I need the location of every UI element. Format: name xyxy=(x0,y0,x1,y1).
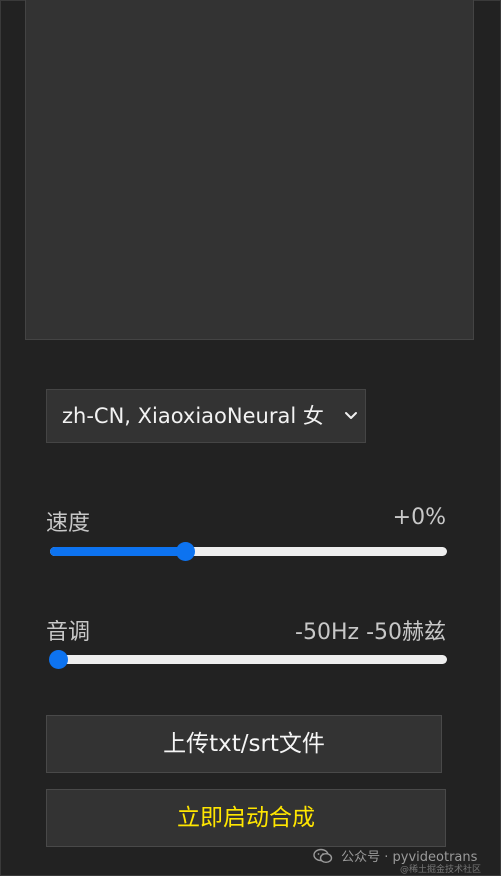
pitch-value: -50Hz -50赫兹 xyxy=(295,620,446,645)
speed-slider-fill xyxy=(50,547,185,556)
speed-value: +0% xyxy=(392,505,446,530)
chevron-down-icon xyxy=(345,412,357,419)
start-synthesis-button[interactable]: 立即启动合成 xyxy=(46,789,446,847)
voice-select[interactable]: zh-CN, XiaoxiaoNeural 女 xyxy=(46,389,366,443)
pitch-label: 音调 xyxy=(46,620,91,645)
pitch-slider[interactable] xyxy=(49,650,447,669)
wechat-icon xyxy=(313,848,333,863)
text-input-area[interactable] xyxy=(25,0,474,340)
speed-slider[interactable] xyxy=(50,542,447,561)
voice-select-value: zh-CN, XiaoxiaoNeural 女 xyxy=(62,404,324,428)
speed-label: 速度 xyxy=(46,511,91,536)
upload-file-button[interactable]: 上传txt/srt文件 xyxy=(46,715,442,773)
watermark-subtext: @稀土掘金技术社区 xyxy=(400,865,482,875)
speed-slider-thumb[interactable] xyxy=(176,542,195,561)
pitch-slider-thumb[interactable] xyxy=(49,650,68,669)
